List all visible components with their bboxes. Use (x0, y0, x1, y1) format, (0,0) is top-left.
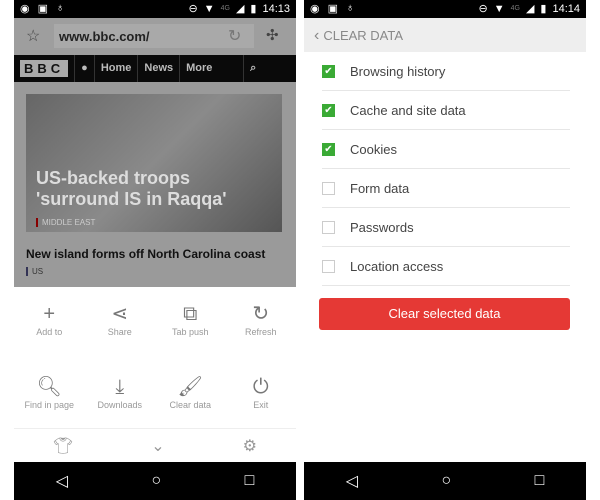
nav-home[interactable]: Home (93, 55, 138, 82)
option-label: Cache and site data (350, 102, 466, 118)
menu-item-label: Exit (253, 399, 269, 410)
wifi-icon: ▼ (203, 2, 215, 15)
recents-icon[interactable]: □ (245, 472, 255, 490)
signal-icon: ◢ (525, 3, 535, 15)
checkbox[interactable] (322, 259, 335, 273)
option-label: Browsing history (350, 63, 446, 79)
search-icon[interactable]: ⌕ (243, 55, 262, 82)
clock: 14:13 (262, 2, 290, 15)
find-icon: 🔍︎ (36, 375, 62, 398)
story-headline[interactable]: New island forms off North Carolina coas… (26, 247, 265, 261)
image-icon: ▣ (327, 3, 339, 15)
option-label: Cookies (350, 141, 397, 157)
menu-item-label: Share (107, 327, 132, 337)
gear-icon[interactable]: ⚙ (243, 436, 257, 456)
wifi-icon: ▼ (493, 2, 505, 15)
option-cache-and-site-data[interactable]: ✔ Cache and site data (322, 91, 570, 130)
brush-icon: 🖌︎ (177, 375, 203, 398)
menu-item-label: Find in page (24, 399, 75, 410)
battery-icon: ▮ (250, 3, 257, 15)
android-nav-bar: ◁ ○ □ (14, 462, 296, 500)
home-icon[interactable]: ○ (441, 472, 451, 490)
menu-item-label: Downloads (97, 399, 143, 410)
battery-icon: ▮ (540, 3, 547, 15)
url-input[interactable]: www.bbc.com/ (54, 24, 254, 48)
menu-item-label: Add to (36, 327, 63, 337)
nav-news[interactable]: News (137, 55, 179, 82)
signal-icon: ◢ (235, 3, 245, 15)
option-form-data[interactable]: Form data (322, 169, 570, 208)
menu-item-exit[interactable]: ⏻ Exit (226, 374, 297, 429)
menu-bottom-bar: 👕︎ ⌄ ⚙ (14, 428, 296, 462)
option-label: Form data (350, 180, 410, 196)
share-icon: ⋖ (111, 303, 129, 325)
address-bar: ☆ www.bbc.com/ ↻ ✣ (14, 18, 296, 55)
back-chevron-icon[interactable]: ‹ (314, 27, 319, 44)
bbc-nav: BBC ● Home News More ⌕ (14, 55, 296, 82)
bbc-logo[interactable]: BBC (20, 60, 69, 77)
browser-menu: + Add to ⋖ Share ⧉ Tab push ↻ Refresh 🔍︎ Find in … (14, 287, 296, 428)
whatsapp-icon: ◉ (20, 3, 30, 15)
power-icon: ⏻ (252, 375, 269, 398)
option-label: Passwords (350, 219, 414, 235)
status-bar: ◉ ▣ ♁ ⊖ ▼ 4G ◢ ▮ 14:14 (304, 0, 586, 18)
image-icon: ▣ (37, 3, 49, 15)
theme-shirt-icon[interactable]: 👕︎ (53, 436, 73, 456)
status-bar: ◉ ▣ ♁ ⊖ ▼ 4G ◢ ▮ 14:13 (14, 0, 296, 18)
menu-item-refresh[interactable]: ↻ Refresh (226, 301, 297, 356)
nav-more[interactable]: More (179, 55, 243, 82)
whatsapp-icon: ◉ (310, 3, 320, 15)
menu-item-tab-push[interactable]: ⧉ Tab push (155, 301, 226, 356)
chevron-down-icon[interactable]: ⌄ (151, 436, 164, 456)
menu-item-label: Tab push (171, 327, 209, 337)
page-content: US-backed troops 'surround IS in Raqqa' … (14, 82, 296, 287)
hero-story[interactable]: US-backed troops 'surround IS in Raqqa' … (26, 94, 282, 232)
dnd-icon: ⊖ (188, 3, 198, 15)
menu-item-clear-data[interactable]: 🖌︎ Clear data (155, 374, 226, 429)
menu-item-label: Refresh (244, 327, 277, 337)
option-label: Location access (350, 258, 444, 274)
menu-item-label: Clear data (169, 399, 212, 410)
checkbox[interactable]: ✔ (322, 103, 335, 117)
refresh-icon: ↻ (252, 303, 270, 325)
back-icon[interactable]: ◁ (56, 471, 68, 491)
bulb-icon: ♁ (56, 2, 65, 14)
menu-item-find-in-page[interactable]: 🔍︎ Find in page (14, 374, 85, 429)
browser-screen: ◉ ▣ ♁ ⊖ ▼ 4G ◢ ▮ 14:13 ☆ www.bbc.com/ ↻ ✣ BBC ●… (14, 0, 296, 500)
checkbox[interactable]: ✔ (322, 142, 335, 156)
page-title: CLEAR DATA (323, 28, 404, 43)
option-browsing-history[interactable]: ✔ Browsing history (322, 52, 570, 91)
menu-item-add-to[interactable]: + Add to (14, 301, 85, 356)
clear-selected-data-button[interactable]: Clear selected data (319, 298, 570, 330)
menu-item-share[interactable]: ⋖ Share (85, 301, 156, 356)
option-passwords[interactable]: Passwords (322, 208, 570, 247)
option-cookies[interactable]: ✔ Cookies (322, 130, 570, 169)
checkbox[interactable]: ✔ (322, 64, 335, 78)
story-tag: US (26, 267, 43, 276)
clear-data-screen: ◉ ▣ ♁ ⊖ ▼ 4G ◢ ▮ 14:14 ‹ CLEAR DATA ✔ Browsing hi… (304, 0, 586, 500)
option-location-access[interactable]: Location access (322, 247, 570, 286)
tab-push-icon: ⧉ (183, 303, 198, 325)
back-icon[interactable]: ◁ (346, 471, 358, 491)
extension-icon[interactable]: ✣ (266, 26, 279, 44)
recents-icon[interactable]: □ (535, 472, 545, 490)
home-icon[interactable]: ○ (151, 472, 161, 490)
dnd-icon: ⊖ (478, 3, 488, 15)
bookmark-star-icon[interactable]: ☆ (26, 26, 40, 46)
account-icon[interactable]: ● (74, 55, 94, 82)
hero-headline: US-backed troops 'surround IS in Raqqa' (36, 168, 227, 209)
checkbox[interactable] (322, 220, 335, 234)
plus-icon: + (43, 303, 56, 325)
android-nav-bar: ◁ ○ □ (304, 462, 586, 500)
menu-item-downloads[interactable]: ⤓ Downloads (85, 374, 156, 429)
header: ‹ CLEAR DATA (304, 18, 586, 52)
bulb-icon: ♁ (346, 2, 355, 14)
clock: 14:14 (552, 2, 580, 15)
hero-tag: MIDDLE EAST (36, 218, 95, 227)
reload-icon[interactable]: ↻ (228, 26, 241, 46)
checkbox[interactable] (322, 181, 335, 195)
download-icon: ⤓ (115, 375, 125, 398)
